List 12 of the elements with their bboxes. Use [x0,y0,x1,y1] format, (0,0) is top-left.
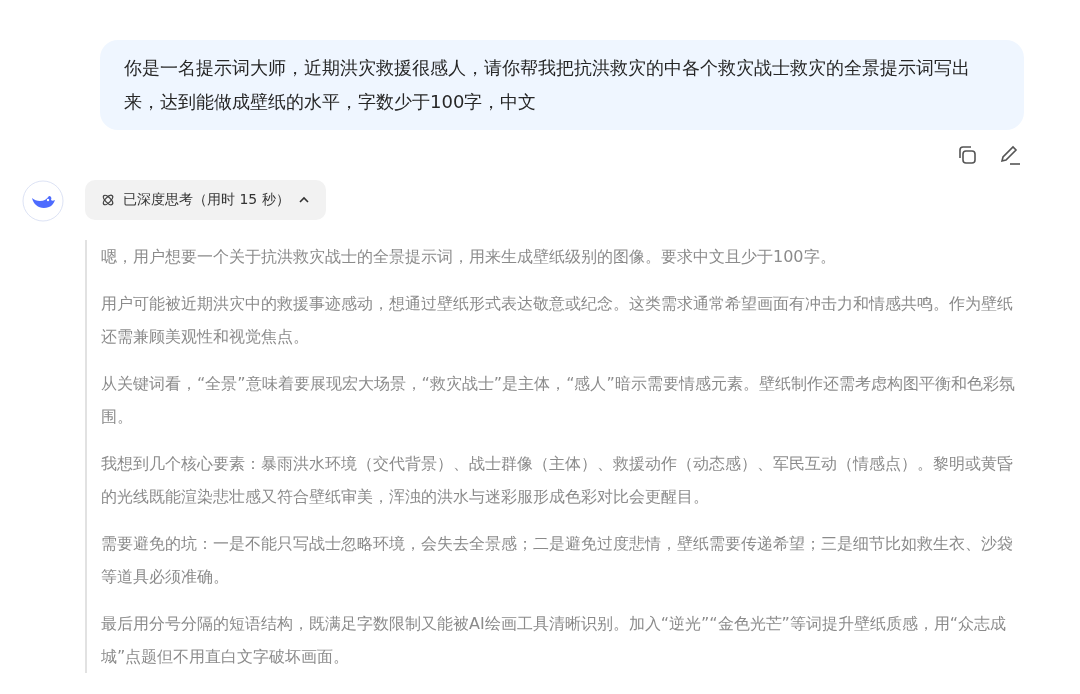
thinking-paragraph: 我想到几个核心要素：暴雨洪水环境（交代背景）、战士群像（主体）、救援动作（动态感）、军民互动（情感点）。黎明或黄昏的光线既能渲染悲壮感又符合壁纸审美，浑浊的洪水与迷彩服形成色彩对比会更醒目。 [101,453,1014,508]
thinking-paragraph: 需要避免的坑：一是不能只写战士忽略环境，会失去全景感；二是避免过度悲情，壁纸需要传递希望；三是细节比如救生衣、沙袋等道具必须准确。 [101,533,1014,588]
edit-icon[interactable] [998,144,1022,166]
atom-icon [101,193,115,207]
avatar-icon [22,180,64,222]
copy-icon[interactable] [956,144,978,166]
thinking-toggle[interactable]: 已深度思考（用时 15 秒） [85,180,326,220]
thinking-paragraph: 用户可能被近期洪灾中的救援事迹感动，想通过壁纸形式表达敬意或纪念。这类需求通常希望画面有冲击力和情感共鸣。作为壁纸还需兼顾美观性和视觉焦点。 [101,293,1014,348]
thinking-paragraph: 从关键词看，“全景”意味着要展现宏大场景，“救灾战士”是主体，“感人”暗示需要情感元素。壁纸制作还需考虑构图平衡和色彩氛围。 [101,373,1016,428]
thinking-paragraph: 嗯，用户想要一个关于抗洪救灾战士的全景提示词，用来生成壁纸级别的图像。要求中文且少于100字。 [101,246,837,268]
thinking-paragraph: 最后用分号分隔的短语结构，既满足字数限制又能被AI绘画工具清晰识别。加入“逆光”“金色光芒”等词提升壁纸质感，用“众志成城”点题但不用直白文字破坏画面。 [101,613,1008,668]
user-message: 你是一名提示词大师，近期洪灾救援很感人，请你帮我把抗洪救灾的中各个救灾战士救灾的全景提示词写出来，达到能做成壁纸的水平，字数少于100字，中文 [100,40,1024,130]
